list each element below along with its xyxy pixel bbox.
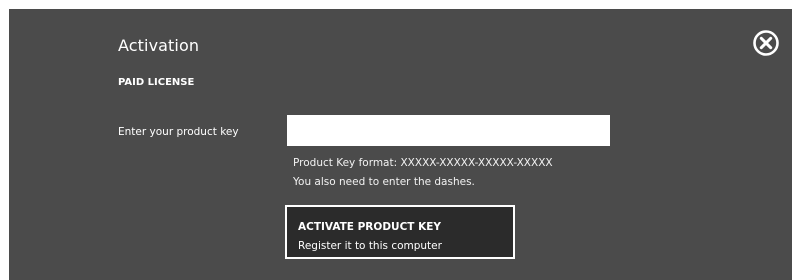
close-circle-icon: [753, 30, 779, 56]
close-button[interactable]: [752, 29, 780, 57]
activation-dialog: Activation PAID LICENSE Enter your produ…: [9, 9, 792, 280]
product-key-format-hint: Product Key format: XXXXX-XXXXX-XXXXX-XX…: [293, 157, 553, 169]
activate-product-key-button[interactable]: ACTIVATE PRODUCT KEY Register it to this…: [285, 205, 515, 259]
dashes-hint: You also need to enter the dashes.: [293, 176, 475, 188]
activate-button-subtitle: Register it to this computer: [298, 240, 442, 252]
product-key-input[interactable]: [287, 115, 610, 146]
activate-button-title: ACTIVATE PRODUCT KEY: [298, 221, 442, 233]
license-type-heading: PAID LICENSE: [118, 77, 195, 88]
product-key-label: Enter your product key: [118, 126, 239, 138]
dialog-title: Activation: [118, 36, 200, 55]
